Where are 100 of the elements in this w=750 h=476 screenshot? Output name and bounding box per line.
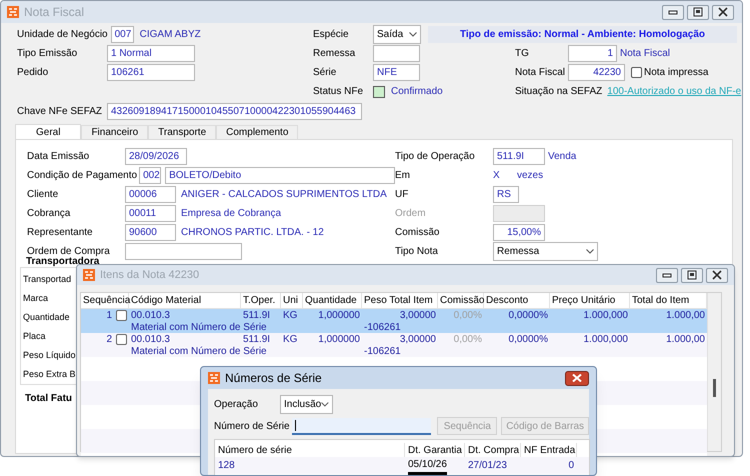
input-field[interactable]: 002 bbox=[139, 167, 162, 184]
table-cell: -106261 bbox=[364, 346, 401, 357]
input-field[interactable] bbox=[292, 418, 432, 434]
field-label: Remessa bbox=[313, 47, 356, 61]
tab[interactable]: Transporte bbox=[148, 125, 216, 139]
field-label: Peso Extra B bbox=[23, 368, 76, 381]
table-cell: 1.000,000 bbox=[584, 310, 628, 321]
column-header: Desconto bbox=[486, 294, 528, 308]
table-cell: 05/10/26 bbox=[408, 456, 447, 474]
table-cell: Material com Número de Série bbox=[131, 346, 267, 357]
input-field[interactable]: 15,00% bbox=[493, 224, 545, 241]
table-cell: 00.010.3 bbox=[131, 334, 170, 345]
times-unit: vezes bbox=[517, 169, 544, 183]
close-button[interactable] bbox=[706, 268, 728, 282]
table-cell: 0,00% bbox=[454, 310, 482, 321]
group-title: Transportadora bbox=[26, 256, 100, 267]
close-button[interactable] bbox=[712, 4, 734, 20]
close-icon bbox=[716, 6, 730, 18]
input-field[interactable]: 43260918941715000104550710000422301055904463 bbox=[107, 103, 362, 120]
field-label: Data Emissão bbox=[27, 150, 90, 164]
column-header: Comissão bbox=[440, 294, 484, 308]
field-description: ANIGER - CALCADOS SUPRIMENTOS LTDA bbox=[181, 188, 387, 202]
window-title: Números de Série bbox=[225, 370, 322, 387]
field-label: Representante bbox=[27, 226, 94, 240]
table-row[interactable]: 1 00.010.3 511.9I KG 1,000000 3,00000 0,00% 0,0000% 1.000,000 1.000,00 Material com Número de Série -106261 bbox=[81, 309, 707, 333]
window-title: Nota Fiscal bbox=[24, 4, 84, 21]
tab[interactable]: Complemento bbox=[216, 125, 298, 139]
field-description: CIGAM ABYZ bbox=[140, 28, 201, 42]
field-label: Número de Série bbox=[214, 420, 291, 434]
checkbox[interactable] bbox=[116, 334, 127, 345]
input-field[interactable] bbox=[125, 243, 242, 260]
maximize-icon bbox=[691, 6, 705, 18]
field-label: Série bbox=[313, 66, 338, 80]
status-swatch bbox=[373, 86, 385, 98]
field-description: Nota Fiscal bbox=[620, 47, 670, 61]
maximize-icon bbox=[685, 269, 699, 281]
input-field[interactable]: 007 bbox=[110, 26, 134, 43]
field-label: Chave NFe SEFAZ bbox=[17, 105, 104, 119]
table-row[interactable]: 2 00.010.3 511.9I KG 1,000000 3,00000 0,00% 0,0000% 1.000,000 1.000,00 Material com Número de Série -106261 bbox=[81, 333, 707, 357]
input-field[interactable]: BOLETO/Debito bbox=[165, 167, 395, 184]
input-field[interactable]: 511.9I bbox=[493, 148, 545, 165]
field-label: Unidade de Negócio bbox=[17, 28, 109, 42]
column-header: Quantidade bbox=[305, 294, 357, 308]
table-cell-text: 128 bbox=[218, 459, 235, 473]
maximize-button[interactable] bbox=[687, 4, 709, 20]
input-field[interactable]: 1 Normal bbox=[107, 45, 195, 62]
chevron-icon bbox=[321, 402, 329, 406]
table-cell: 0,0000% bbox=[508, 310, 548, 321]
field-label: Pedido bbox=[17, 66, 50, 80]
field-label: Nota Fiscal bbox=[515, 66, 566, 80]
tab[interactable]: Geral bbox=[15, 124, 82, 139]
table-cell: -106261 bbox=[364, 322, 401, 333]
table-cell: 0,00% bbox=[454, 334, 482, 345]
checkbox[interactable] bbox=[631, 67, 642, 78]
dropdown[interactable]: Inclusão bbox=[280, 394, 333, 414]
input-field[interactable]: 28/09/2026 bbox=[125, 148, 187, 165]
dropdown[interactable]: Remessa bbox=[493, 242, 598, 261]
total-label: Total Fatu bbox=[25, 392, 72, 406]
times-value: X bbox=[493, 169, 501, 183]
column-header: Dt. Compra bbox=[468, 445, 520, 456]
field-description: Venda bbox=[548, 150, 576, 164]
input-field[interactable]: RS bbox=[493, 186, 519, 203]
field-label: Tipo Nota bbox=[395, 245, 439, 259]
input-field[interactable]: 106261 bbox=[107, 64, 195, 81]
field-label: Ordem bbox=[395, 207, 427, 221]
input-field[interactable]: 1 bbox=[568, 45, 617, 62]
app-icon bbox=[7, 6, 19, 18]
column-header: Total do Item bbox=[632, 294, 690, 308]
close-icon bbox=[710, 269, 724, 281]
table-cell-text: 0 bbox=[567, 459, 574, 473]
input-field[interactable]: 00006 bbox=[125, 186, 176, 203]
input-field[interactable]: 42230 bbox=[568, 64, 625, 81]
dropdown[interactable]: Saída bbox=[373, 25, 421, 44]
input-field[interactable]: 00011 bbox=[125, 205, 176, 222]
table-cell: 511.9I bbox=[243, 310, 270, 321]
scrollbar[interactable] bbox=[707, 293, 721, 451]
maximize-button[interactable] bbox=[681, 268, 703, 282]
input-field[interactable]: NFE bbox=[373, 64, 420, 81]
field-label: Em bbox=[395, 169, 411, 183]
input-field[interactable] bbox=[373, 45, 420, 62]
column-header: Preço Unitário bbox=[552, 294, 616, 308]
checkbox[interactable] bbox=[116, 310, 127, 321]
table-cell-text: 27/01/23 bbox=[468, 459, 507, 473]
column-header: Dt. Garantia bbox=[408, 445, 462, 456]
field-label: Situação na SEFAZ bbox=[515, 85, 602, 99]
minimize-button[interactable] bbox=[656, 268, 678, 282]
minimize-button[interactable] bbox=[662, 4, 684, 20]
tab[interactable]: Financeiro bbox=[81, 125, 148, 139]
field-label: Status NFe bbox=[313, 85, 364, 99]
table-cell: Material com Número de Série bbox=[131, 322, 267, 333]
app-icon bbox=[208, 372, 220, 384]
input-field[interactable]: 90600 bbox=[125, 224, 176, 241]
field-label: Operação bbox=[214, 398, 259, 412]
field-label: Marca bbox=[23, 292, 48, 305]
close-button[interactable] bbox=[565, 370, 589, 386]
table-cell: 1,000000 bbox=[318, 310, 360, 321]
info-banner: Tipo de emissão: Normal - Ambiente: Homologação bbox=[428, 26, 737, 43]
status-text: Confirmado bbox=[391, 85, 443, 99]
column-header: Uni bbox=[283, 294, 298, 308]
column-header: Sequência bbox=[83, 294, 130, 308]
